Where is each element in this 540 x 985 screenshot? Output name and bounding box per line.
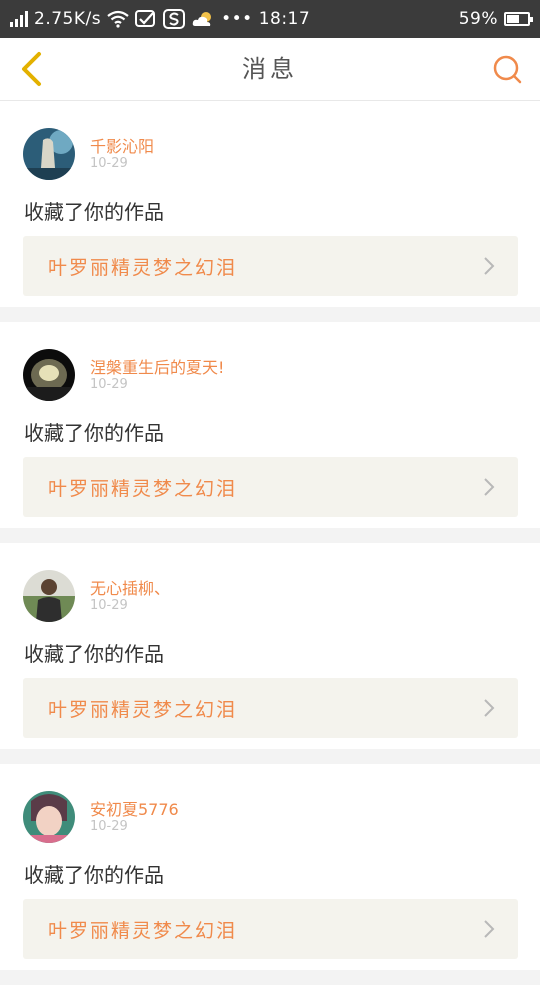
battery-icon [504,12,533,26]
date: 10-29 [90,156,128,171]
work-title: 叶罗丽精灵梦之幻泪 [48,256,238,279]
signal-icon [10,11,28,27]
status-bar: 2.75K/s ••• 18:17 59% [0,0,540,38]
date: 10-29 [90,819,128,834]
date: 10-29 [90,598,128,613]
navigation-bar: 消息 [0,38,540,101]
avatar[interactable] [23,570,75,622]
network-speed: 2.75K/s [34,9,102,29]
work-title: 叶罗丽精灵梦之幻泪 [48,698,238,721]
work-title: 叶罗丽精灵梦之幻泪 [48,919,238,942]
username[interactable]: 千影沁阳 [90,133,154,157]
work-link[interactable]: 叶罗丽精灵梦之幻泪 [23,236,518,296]
clock: 18:17 [258,9,311,29]
weather-icon [192,12,212,26]
chevron-right-icon [482,698,496,718]
action-text: 收藏了你的作品 [24,421,164,445]
action-text: 收藏了你的作品 [24,200,164,224]
chevron-right-icon [482,256,496,276]
s-app-icon [163,9,186,29]
notification-card: 千影沁阳 10-29 收藏了你的作品 叶罗丽精灵梦之幻泪 [0,101,540,307]
action-text: 收藏了你的作品 [24,642,164,666]
work-title: 叶罗丽精灵梦之幻泪 [48,477,238,500]
action-text: 收藏了你的作品 [24,863,164,887]
overflow-dots: ••• [221,9,253,29]
username[interactable]: 安初夏5776 [90,796,179,820]
battery-percent: 59% [458,9,498,29]
search-button[interactable] [488,50,526,88]
battery-fill [507,15,519,23]
status-left: 2.75K/s ••• 18:17 [10,9,310,29]
avatar[interactable] [23,349,75,401]
notification-card: 安初夏5776 10-29 收藏了你的作品 叶罗丽精灵梦之幻泪 [0,764,540,970]
chevron-right-icon [482,919,496,939]
chevron-right-icon [482,477,496,497]
page-title: 消息 [242,55,298,83]
notification-card: 涅槃重生后的夏天! 10-29 收藏了你的作品 叶罗丽精灵梦之幻泪 [0,322,540,528]
wifi-icon [107,10,129,28]
username[interactable]: 无心插柳、 [90,575,170,599]
work-link[interactable]: 叶罗丽精灵梦之幻泪 [23,899,518,959]
work-link[interactable]: 叶罗丽精灵梦之幻泪 [23,457,518,517]
avatar[interactable] [23,791,75,843]
status-right: 59% [458,9,533,29]
work-link[interactable]: 叶罗丽精灵梦之幻泪 [23,678,518,738]
avatar[interactable] [23,128,75,180]
notification-list: 千影沁阳 10-29 收藏了你的作品 叶罗丽精灵梦之幻泪 涅槃重生后的夏天! 1… [0,101,540,985]
username[interactable]: 涅槃重生后的夏天! [90,354,224,378]
notification-check-icon [135,10,156,27]
date: 10-29 [90,377,128,392]
search-icon [493,55,522,84]
notification-card: 无心插柳、 10-29 收藏了你的作品 叶罗丽精灵梦之幻泪 [0,543,540,749]
